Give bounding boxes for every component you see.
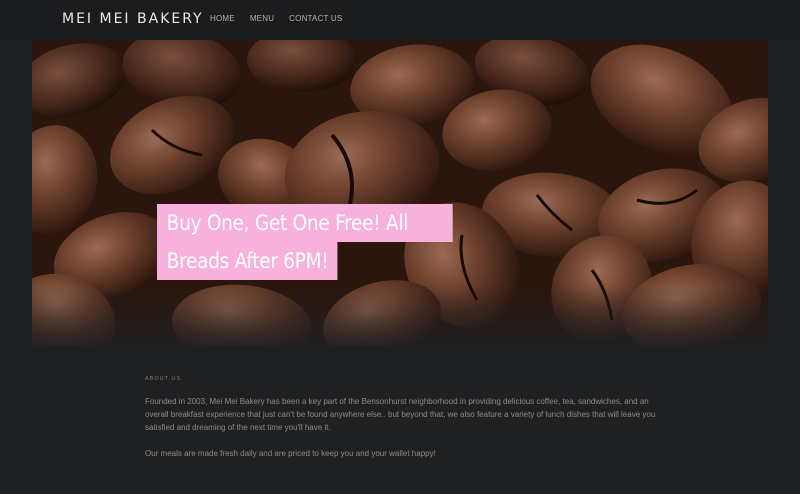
- about-section: ABOUT US Founded in 2003, Mei Mei Bakery…: [145, 376, 665, 473]
- promo-text-line-2: Breads After 6PM!: [157, 242, 338, 280]
- about-paragraph-1: Founded in 2003, Mei Mei Bakery has been…: [145, 397, 656, 432]
- hero-coffee-beans-image: [32, 40, 768, 346]
- hero-bottom-fade: [32, 286, 768, 346]
- top-navbar: MEI MEI BAKERY HOME MENU CONTACT US: [0, 0, 800, 40]
- promo-banner: Buy One, Get One Free! All Breads After …: [157, 204, 453, 280]
- nav-link-menu[interactable]: MENU: [250, 14, 274, 23]
- nav-link-home[interactable]: HOME: [210, 14, 235, 23]
- about-heading: ABOUT US: [145, 376, 182, 382]
- about-paragraph-2: Our meals are made fresh daily and are p…: [145, 449, 436, 458]
- brand-logo-link[interactable]: MEI MEI BAKERY: [62, 11, 204, 27]
- nav-link-contact-us[interactable]: CONTACT US: [289, 14, 342, 23]
- promo-text-line-1: Buy One, Get One Free! All: [157, 204, 453, 242]
- nav-links: HOME MENU CONTACT US: [210, 14, 357, 23]
